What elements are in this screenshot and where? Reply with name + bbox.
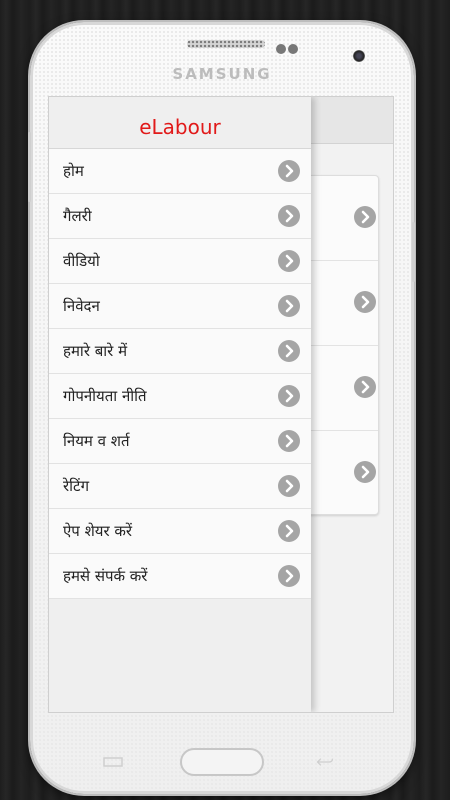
recent-apps-key[interactable]: [103, 757, 123, 767]
light-sensor: [288, 44, 298, 54]
device-brand: SAMSUNG: [172, 65, 272, 83]
drawer-title: eLabour: [49, 97, 311, 149]
drawer-item-privacy[interactable]: गोपनीयता नीति: [49, 374, 311, 419]
chevron-right-icon: [278, 160, 300, 182]
drawer-item-label: ऐप शेयर करें: [63, 522, 133, 540]
drawer-item-share[interactable]: ऐप शेयर करें: [49, 509, 311, 554]
drawer-item-rating[interactable]: रेटिंग: [49, 464, 311, 509]
power-button: [412, 222, 415, 282]
chevron-right-icon: [354, 376, 376, 398]
chevron-right-icon: [278, 430, 300, 452]
drawer-item-label: वीडियो: [63, 252, 100, 270]
drawer-item-about[interactable]: हमारे बारे में: [49, 329, 311, 374]
drawer-menu: होम गैलरी वीडियो निवेदन हमारे बारे में ग…: [49, 149, 311, 599]
chevron-right-icon: [278, 295, 300, 317]
drawer-item-label: हमारे बारे में: [63, 342, 128, 360]
chevron-right-icon: [278, 475, 300, 497]
drawer-item-home[interactable]: होम: [49, 149, 311, 194]
drawer-item-terms[interactable]: नियम व शर्त: [49, 419, 311, 464]
drawer-item-label: हमसे संपर्क करें: [63, 567, 148, 585]
app-screen: eLabour होम गैलरी वीडियो निवेदन हमारे बा…: [48, 96, 394, 713]
home-button[interactable]: [180, 748, 264, 776]
drawer-item-label: नियम व शर्त: [63, 432, 130, 450]
chevron-right-icon: [278, 520, 300, 542]
chevron-right-icon: [278, 205, 300, 227]
drawer-item-label: रेटिंग: [63, 477, 90, 495]
chevron-right-icon: [278, 385, 300, 407]
drawer-item-request[interactable]: निवेदन: [49, 284, 311, 329]
earpiece-speaker: [187, 40, 265, 48]
navigation-drawer: eLabour होम गैलरी वीडियो निवेदन हमारे बा…: [49, 97, 311, 712]
proximity-sensor: [276, 44, 286, 54]
back-key[interactable]: [315, 757, 335, 767]
chevron-right-icon: [278, 340, 300, 362]
drawer-item-label: होम: [63, 162, 84, 180]
drawer-item-label: गैलरी: [63, 207, 92, 225]
drawer-item-gallery[interactable]: गैलरी: [49, 194, 311, 239]
chevron-right-icon: [354, 206, 376, 228]
volume-button: [28, 132, 31, 202]
chevron-right-icon: [278, 250, 300, 272]
drawer-item-video[interactable]: वीडियो: [49, 239, 311, 284]
drawer-item-contact[interactable]: हमसे संपर्क करें: [49, 554, 311, 599]
drawer-item-label: गोपनीयता नीति: [63, 387, 147, 405]
drawer-item-label: निवेदन: [63, 297, 100, 315]
front-camera: [353, 50, 365, 62]
chevron-right-icon: [278, 565, 300, 587]
chevron-right-icon: [354, 461, 376, 483]
chevron-right-icon: [354, 291, 376, 313]
